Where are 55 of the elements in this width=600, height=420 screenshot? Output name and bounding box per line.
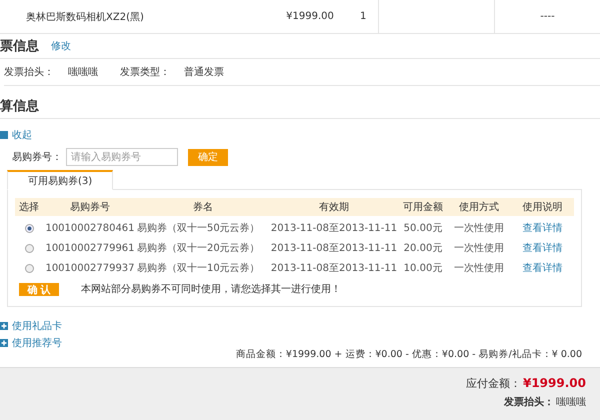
column-header: 券名: [192, 200, 214, 214]
section-title: 算信息: [0, 98, 39, 115]
table-cell-text: 易购券（双十一10元云券）: [137, 262, 260, 275]
table-cell-text: 20.00元: [404, 242, 442, 255]
expand-icon[interactable]: [0, 339, 8, 347]
table-cell-text: 10.00元: [404, 262, 442, 275]
table-cell-text: 一次性使用: [454, 242, 504, 255]
coupon-label: 易购券号：: [12, 150, 62, 164]
table-cell-text: 易购券（双十一20元云券）: [137, 242, 260, 255]
collapse-link[interactable]: 收起: [12, 128, 32, 142]
column-header: 易购券号: [69, 200, 111, 214]
table-cell: 10010002779961: [45, 242, 135, 254]
option-link[interactable]: 使用礼品卡: [12, 319, 62, 333]
option-link[interactable]: 使用推荐号: [12, 336, 62, 350]
invoice-value: 嗤嗤嗤: [556, 396, 586, 409]
edit-link[interactable]: 修改: [51, 39, 71, 53]
total-amount: ¥1999.00: [522, 376, 586, 390]
column-header: 选择: [18, 200, 40, 214]
confirm-button[interactable]: 确 认: [19, 282, 59, 296]
radio-button[interactable]: [24, 224, 34, 232]
product-name: 奥林巴斯数码相机XZ2(黑): [25, 10, 145, 24]
table-cell-text: 2013-11-08至2013-11-11: [270, 242, 398, 255]
total-label: 应付金额：: [466, 376, 521, 391]
column-header: 使用方式: [458, 200, 500, 214]
details-link[interactable]: 查看详情: [522, 243, 562, 254]
table-cell: ----: [494, 0, 600, 33]
field-label: 发票类型：: [120, 66, 170, 79]
apply-button[interactable]: 确定: [188, 148, 228, 166]
details-link[interactable]: 查看详情: [522, 223, 562, 234]
radio-button[interactable]: [24, 244, 34, 252]
table-cell: 10010002779937: [45, 262, 135, 274]
table-cell-text: 2013-11-08至2013-11-11: [270, 222, 398, 235]
table-cell-text: 一次性使用: [454, 262, 504, 275]
field-label: 发票抬头：: [4, 66, 54, 79]
table-cell-text: 一次性使用: [454, 222, 504, 235]
radio-button[interactable]: [24, 264, 34, 272]
table-cell-text: 2013-11-08至2013-11-11: [270, 262, 398, 275]
expand-icon[interactable]: [0, 322, 8, 330]
coupon-input[interactable]: 请输入易购券号: [66, 148, 178, 166]
price-summary: 商品金额：¥1999.00 + 运费：¥0.00 - 优惠：¥0.00 - 易购券/礼品卡：¥ 0.00: [234, 348, 583, 361]
column-header: 可用金额: [402, 200, 444, 214]
invoice-label: 发票抬头：: [504, 396, 554, 409]
details-link[interactable]: 查看详情: [522, 263, 562, 274]
coupon-tab[interactable]: 可用易购券(3): [7, 170, 114, 190]
notice-text: 本网站部分易购券不可同时使用，请您选择其一进行使用！: [81, 282, 341, 296]
field-value: 嗤嗤嗤: [68, 66, 98, 79]
table-cell-text: 50.00元: [404, 222, 442, 235]
product-price: ¥1999.00: [285, 11, 335, 22]
column-header: 使用说明: [522, 201, 564, 214]
field-value: 普通发票: [184, 66, 224, 79]
table-cell: 10010002780461: [45, 222, 135, 234]
section-title: 票信息: [0, 38, 39, 55]
product-quantity: 1: [360, 11, 368, 22]
table-cell-text: 易购券（双十一50元云券）: [137, 222, 260, 235]
column-header: 有效期: [318, 200, 350, 214]
